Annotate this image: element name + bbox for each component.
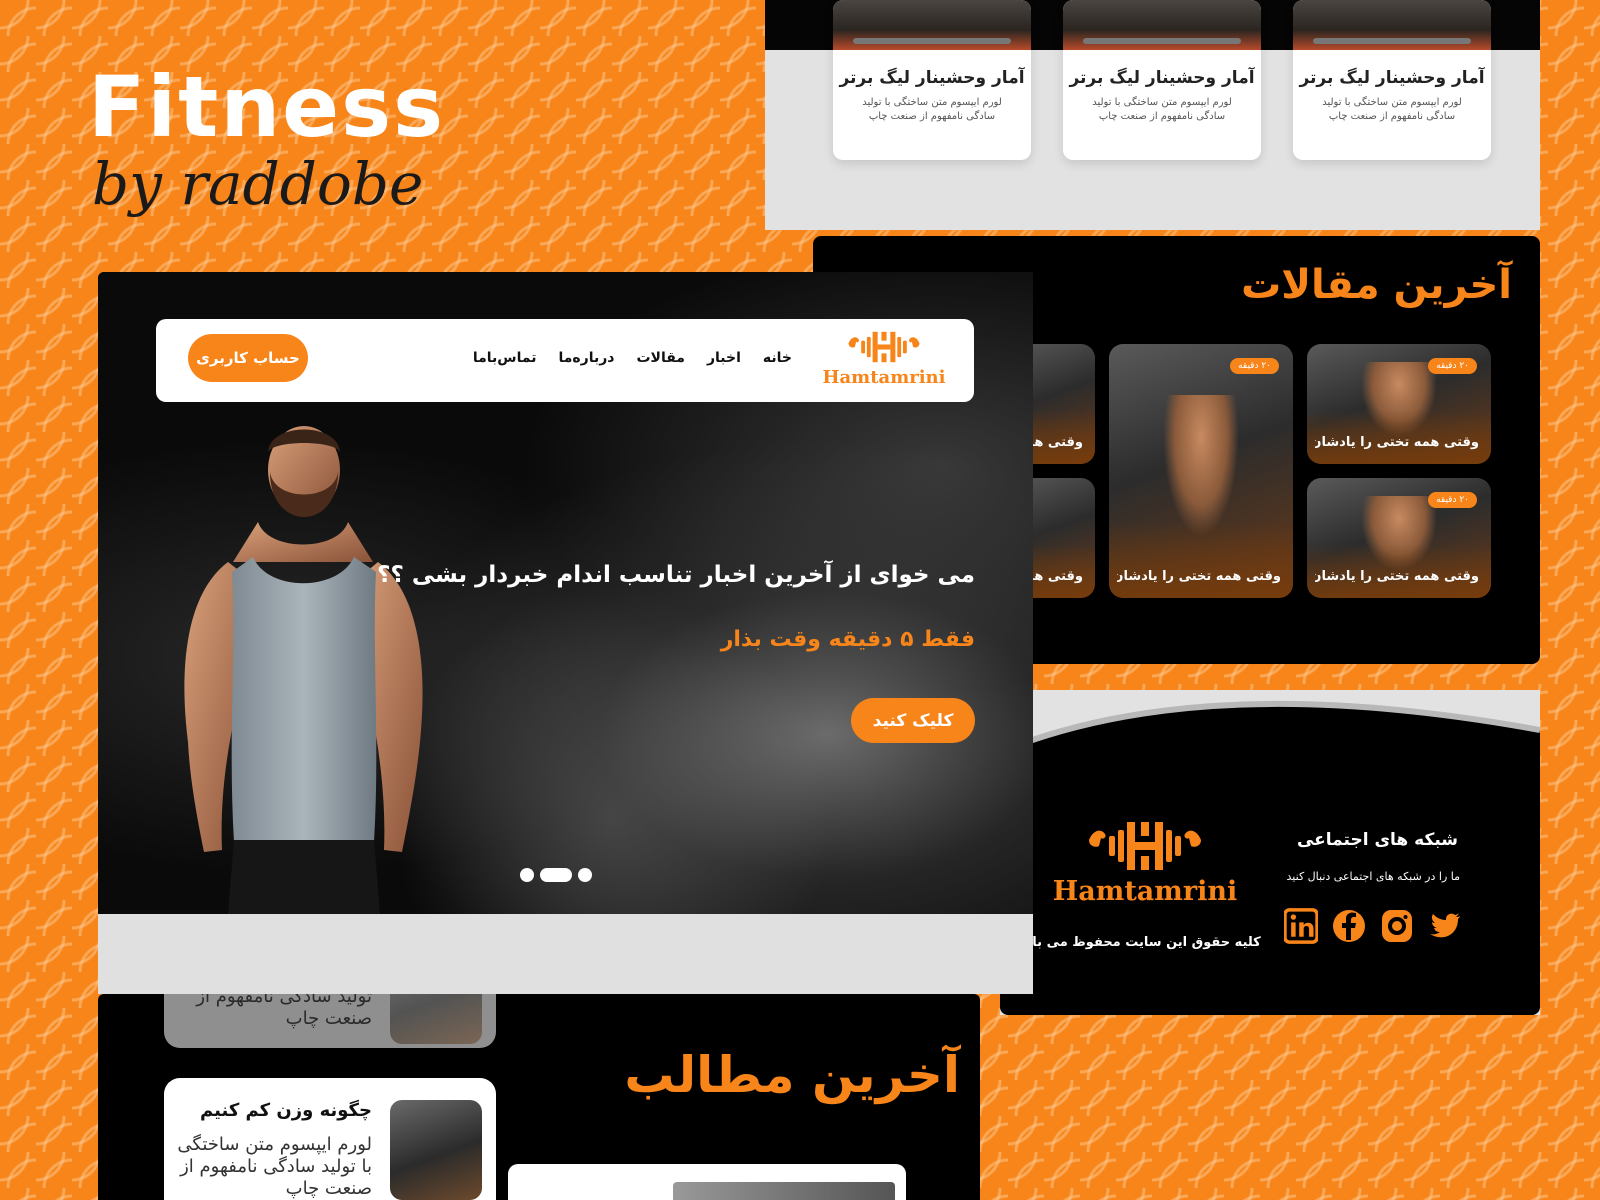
navbar: حساب کاربری خانه اخبار مقالات درباره‌ما … bbox=[156, 319, 974, 402]
hero-headline: می خوای از آخرین اخبار تناسب اندام خبردا… bbox=[377, 562, 975, 588]
article-caption: وقتی همه تختی را یادشان رفت! bbox=[1315, 435, 1479, 450]
stat-card-text: لورم ایپسوم متن ساختگی با تولید سادگی نا… bbox=[1322, 97, 1462, 122]
carousel-dots bbox=[520, 868, 592, 882]
read-time-badge: ۲۰ دقیقه bbox=[1428, 358, 1477, 374]
hero-athlete-image bbox=[184, 426, 423, 914]
post-feature-card[interactable] bbox=[508, 1164, 906, 1200]
stat-card-image bbox=[833, 0, 1031, 50]
carousel-dot[interactable] bbox=[520, 868, 534, 882]
post-card-text: لورم ایپسوم متن ساختگی با تولید سادگی نا… bbox=[177, 1134, 372, 1199]
carousel-dot-active[interactable] bbox=[540, 868, 572, 882]
stat-card-text: لورم ایپسوم متن ساختگی با تولید سادگی نا… bbox=[862, 97, 1002, 122]
hero-cta-button[interactable]: کلیک کنید bbox=[851, 698, 975, 743]
nav-links: خانه اخبار مقالات درباره‌ما تماس‌باما bbox=[473, 350, 792, 366]
stat-card-title: آمار وحشینار لیگ برتر bbox=[839, 68, 1025, 88]
posts-title: آخرین مطالب bbox=[624, 1046, 960, 1104]
stat-card-title: آمار وحشینار لیگ برتر bbox=[1069, 68, 1255, 88]
footer-wave bbox=[1000, 700, 1540, 760]
stat-card-image bbox=[1063, 0, 1261, 50]
account-button[interactable]: حساب کاربری bbox=[188, 334, 308, 382]
article-card[interactable]: ۲۰ دقیقه وقتی همه تختی را یادشان رفت! bbox=[1307, 344, 1491, 464]
article-caption: وقتی همه تختی را یادشان رفت! bbox=[1315, 569, 1479, 584]
facebook-icon[interactable] bbox=[1332, 906, 1366, 946]
article-caption: وقتی همه تختی را یادشان رفت! bbox=[1117, 569, 1281, 584]
nav-link-contact[interactable]: تماس‌باما bbox=[473, 350, 537, 366]
stat-card[interactable]: آمار وحشینار لیگ برتر لورم ایپسوم متن سا… bbox=[833, 0, 1031, 160]
read-time-badge: ۲۰ دقیقه bbox=[1230, 358, 1279, 374]
post-card-text: تولید سادگی نامفهوم از صنعت چاپ bbox=[196, 994, 372, 1029]
social-icons bbox=[1284, 906, 1462, 946]
stat-card-text: لورم ایپسوم متن ساختگی با تولید سادگی نا… bbox=[1092, 97, 1232, 122]
nav-link-home[interactable]: خانه bbox=[763, 350, 792, 366]
dumbbell-logo-icon bbox=[1089, 822, 1201, 870]
hero-spacer bbox=[98, 914, 1033, 994]
articles-title: آخرین مقالات bbox=[1241, 262, 1512, 308]
social-title: شبکه های اجتماعی bbox=[1296, 830, 1458, 850]
linkedin-icon[interactable] bbox=[1284, 906, 1318, 946]
carousel-dot[interactable] bbox=[578, 868, 592, 882]
hero-section: حساب کاربری خانه اخبار مقالات درباره‌ما … bbox=[98, 272, 1033, 914]
post-card-faded[interactable]: تولید سادگی نامفهوم از صنعت چاپ bbox=[164, 994, 496, 1048]
post-card[interactable]: چگونه وزن کم کنیم لورم ایپسوم متن ساختگی… bbox=[164, 1078, 496, 1200]
footer-logo-text: Hamtamrini bbox=[1052, 876, 1238, 907]
dumbbell-logo-icon bbox=[848, 331, 920, 363]
stat-card-image bbox=[1293, 0, 1491, 50]
read-time-badge: ۲۰ دقیقه bbox=[1428, 492, 1477, 508]
showcase-byline: by raddobe bbox=[92, 150, 424, 218]
copyright-text: کلیه حقوق این سایت محفوظ می باشد bbox=[1012, 935, 1261, 950]
nav-link-articles[interactable]: مقالات bbox=[636, 350, 685, 366]
hero-subheadline: فقط ۵ دقیقه وقت بذار bbox=[720, 627, 975, 652]
showcase-title: Fitness bbox=[88, 58, 446, 156]
twitter-icon[interactable] bbox=[1428, 906, 1462, 946]
posts-section: آخرین مطالب تولید سادگی نامفهوم از صنعت … bbox=[98, 994, 980, 1200]
nav-logo-text: Hamtamrini bbox=[822, 367, 946, 388]
social-subtitle: ما را در شبکه های اجتماعی دنبال کنید bbox=[1286, 870, 1460, 883]
post-card-image bbox=[390, 994, 482, 1044]
article-card[interactable]: ۲۰ دقیقه وقتی همه تختی را یادشان رفت! bbox=[1307, 478, 1491, 598]
stat-card[interactable]: آمار وحشینار لیگ برتر لورم ایپسوم متن سا… bbox=[1293, 0, 1491, 160]
stat-cards-panel: آمار وحشینار لیگ برتر لورم ایپسوم متن سا… bbox=[765, 0, 1540, 230]
instagram-icon[interactable] bbox=[1380, 906, 1414, 946]
stat-card[interactable]: آمار وحشینار لیگ برتر لورم ایپسوم متن سا… bbox=[1063, 0, 1261, 160]
footer-logo[interactable]: Hamtamrini bbox=[1040, 820, 1250, 907]
nav-logo[interactable]: Hamtamrini bbox=[818, 329, 950, 388]
article-card-featured[interactable]: ۲۰ دقیقه وقتی همه تختی را یادشان رفت! bbox=[1109, 344, 1293, 598]
post-card-title: چگونه وزن کم کنیم bbox=[200, 1100, 372, 1121]
footer-section: شبکه های اجتماعی ما را در شبکه های اجتما… bbox=[1000, 690, 1540, 1015]
nav-link-about[interactable]: درباره‌ما bbox=[558, 350, 614, 366]
post-card-image bbox=[390, 1100, 482, 1200]
stat-card-title: آمار وحشینار لیگ برتر bbox=[1299, 68, 1485, 88]
nav-link-news[interactable]: اخبار bbox=[707, 350, 741, 366]
